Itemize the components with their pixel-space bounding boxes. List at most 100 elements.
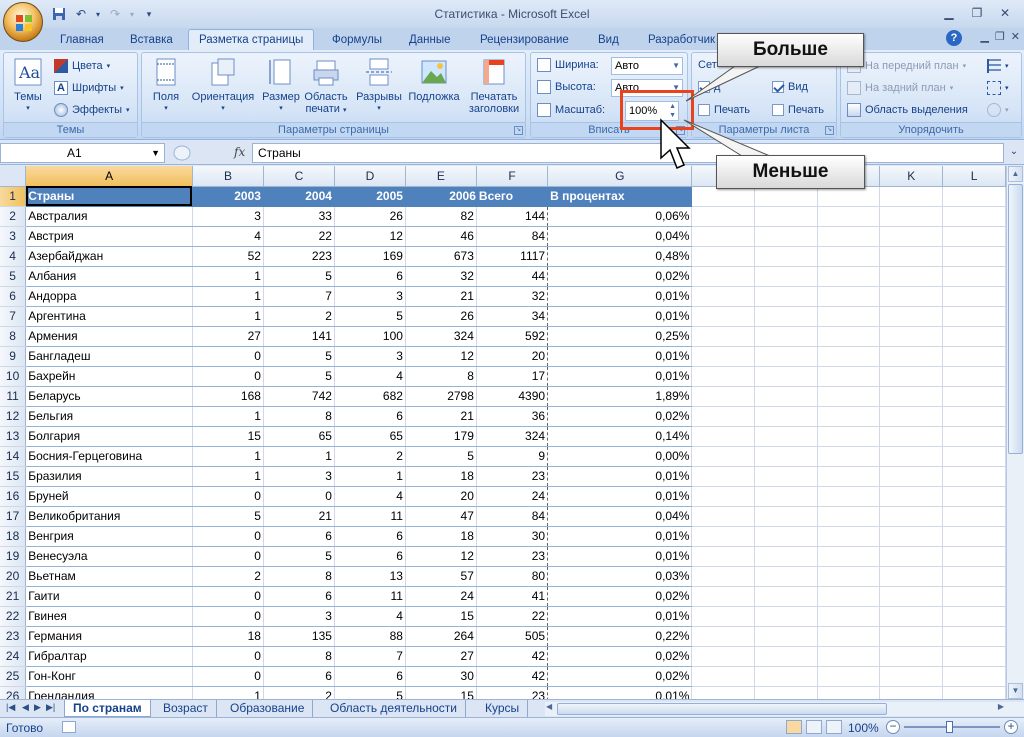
value-cell[interactable]: 33 xyxy=(263,206,335,227)
value-cell[interactable]: 18 xyxy=(192,626,264,647)
empty-cell[interactable] xyxy=(879,346,944,367)
tab-data[interactable]: Данные xyxy=(409,31,451,50)
empty-cell[interactable] xyxy=(879,646,944,667)
value-cell[interactable]: 0 xyxy=(192,366,264,387)
value-cell[interactable]: 18 xyxy=(405,466,477,487)
horizontal-scrollbar[interactable]: ◀ ▶ xyxy=(545,702,1024,716)
value-cell[interactable]: 0,00% xyxy=(547,446,693,467)
empty-cell[interactable] xyxy=(817,246,881,267)
empty-cell[interactable] xyxy=(817,406,881,427)
empty-cell[interactable] xyxy=(817,306,881,327)
value-cell[interactable]: 0 xyxy=(192,666,264,687)
value-cell[interactable]: 673 xyxy=(405,246,477,267)
scroll-thumb[interactable] xyxy=(557,703,887,715)
sheet-tab-field[interactable]: Область деятельности xyxy=(322,700,466,717)
value-cell[interactable]: 44 xyxy=(476,266,549,287)
tab-review[interactable]: Рецензирование xyxy=(480,31,569,50)
headings-view-row[interactable]: Вид xyxy=(772,81,808,93)
vertical-scrollbar[interactable]: ▲ ▼ xyxy=(1006,166,1024,699)
empty-cell[interactable] xyxy=(942,666,1006,687)
scroll-left-icon[interactable]: ◀ xyxy=(546,702,552,711)
empty-cell[interactable] xyxy=(754,246,818,267)
empty-cell[interactable] xyxy=(691,346,756,367)
zoom-level[interactable]: 100% xyxy=(848,721,879,735)
chevron-down-icon[interactable]: ▼ xyxy=(151,144,160,162)
empty-cell[interactable] xyxy=(879,466,944,487)
empty-cell[interactable] xyxy=(879,686,944,699)
row-header[interactable]: 23 xyxy=(0,626,27,647)
value-cell[interactable]: 6 xyxy=(334,406,406,427)
row-header[interactable]: 19 xyxy=(0,546,27,567)
value-cell[interactable]: 1 xyxy=(192,286,264,307)
empty-cell[interactable] xyxy=(942,446,1006,467)
value-cell[interactable]: 179 xyxy=(405,426,477,447)
empty-cell[interactable] xyxy=(817,646,881,667)
empty-cell[interactable] xyxy=(691,686,756,699)
value-cell[interactable]: 682 xyxy=(334,386,406,407)
empty-cell[interactable] xyxy=(879,266,944,287)
country-cell[interactable]: Бруней xyxy=(25,486,193,507)
value-cell[interactable]: 4 xyxy=(192,226,264,247)
country-cell[interactable]: Бахрейн xyxy=(25,366,193,387)
value-cell[interactable]: 26 xyxy=(334,206,406,227)
value-cell[interactable]: 9 xyxy=(476,446,549,467)
sheet-tab-education[interactable]: Образование xyxy=(222,700,314,717)
value-cell[interactable]: 84 xyxy=(476,226,549,247)
empty-cell[interactable] xyxy=(691,326,756,347)
value-cell[interactable]: 5 xyxy=(263,346,335,367)
value-cell[interactable]: 0 xyxy=(192,346,264,367)
empty-cell[interactable] xyxy=(942,286,1006,307)
size-button[interactable]: Размер ▾ xyxy=(260,57,302,115)
value-cell[interactable]: 18 xyxy=(405,526,477,547)
value-cell[interactable]: 0,01% xyxy=(547,686,693,699)
empty-cell[interactable] xyxy=(817,546,881,567)
empty-cell[interactable] xyxy=(879,606,944,627)
scroll-down-icon[interactable]: ▼ xyxy=(1008,683,1023,699)
empty-cell[interactable] xyxy=(879,506,944,527)
value-cell[interactable]: 0,01% xyxy=(547,346,693,367)
value-cell[interactable]: 20 xyxy=(476,346,549,367)
bring-front-button[interactable]: На передний план ▾ xyxy=(847,59,966,73)
restore-icon[interactable]: ❐ xyxy=(995,30,1005,43)
value-cell[interactable]: 505 xyxy=(476,626,549,647)
empty-cell[interactable] xyxy=(942,466,1006,487)
empty-cell[interactable] xyxy=(817,446,881,467)
value-cell[interactable]: 22 xyxy=(476,606,549,627)
row-header[interactable]: 5 xyxy=(0,266,27,287)
country-cell[interactable]: Гренландия xyxy=(25,686,193,699)
empty-cell[interactable] xyxy=(879,566,944,587)
value-cell[interactable]: 141 xyxy=(263,326,335,347)
row-header[interactable]: 7 xyxy=(0,306,27,327)
empty-cell[interactable] xyxy=(879,666,944,687)
value-cell[interactable]: 1 xyxy=(334,466,406,487)
empty-cell[interactable] xyxy=(691,646,756,667)
empty-cell[interactable] xyxy=(879,286,944,307)
empty-cell[interactable] xyxy=(942,366,1006,387)
empty-cell[interactable] xyxy=(817,386,881,407)
value-cell[interactable]: 23 xyxy=(476,466,549,487)
empty-cell[interactable] xyxy=(754,266,818,287)
empty-cell[interactable] xyxy=(817,346,881,367)
value-cell[interactable]: 0 xyxy=(192,646,264,667)
value-cell[interactable]: 82 xyxy=(405,206,477,227)
empty-cell[interactable] xyxy=(879,306,944,327)
minimize-icon[interactable]: ▁ xyxy=(936,4,962,22)
page-break-view-icon[interactable] xyxy=(826,720,842,734)
value-cell[interactable]: 12 xyxy=(405,546,477,567)
office-button[interactable] xyxy=(3,2,43,42)
value-cell[interactable]: 169 xyxy=(334,246,406,267)
value-cell[interactable]: 5 xyxy=(334,306,406,327)
value-cell[interactable]: 0,02% xyxy=(547,646,693,667)
empty-cell[interactable] xyxy=(942,626,1006,647)
value-cell[interactable]: 0,01% xyxy=(547,546,693,567)
insert-function-icon[interactable]: fx xyxy=(234,145,245,159)
empty-cell[interactable] xyxy=(879,246,944,267)
gridlines-view-row[interactable]: д xyxy=(698,81,720,93)
empty-cell[interactable] xyxy=(691,586,756,607)
sheet-options-launcher-icon[interactable]: ↘ xyxy=(825,126,834,135)
row-header[interactable]: 3 xyxy=(0,226,27,247)
value-cell[interactable]: 742 xyxy=(263,386,335,407)
country-cell[interactable]: Андорра xyxy=(25,286,193,307)
value-cell[interactable]: 8 xyxy=(263,406,335,427)
empty-cell[interactable] xyxy=(942,586,1006,607)
